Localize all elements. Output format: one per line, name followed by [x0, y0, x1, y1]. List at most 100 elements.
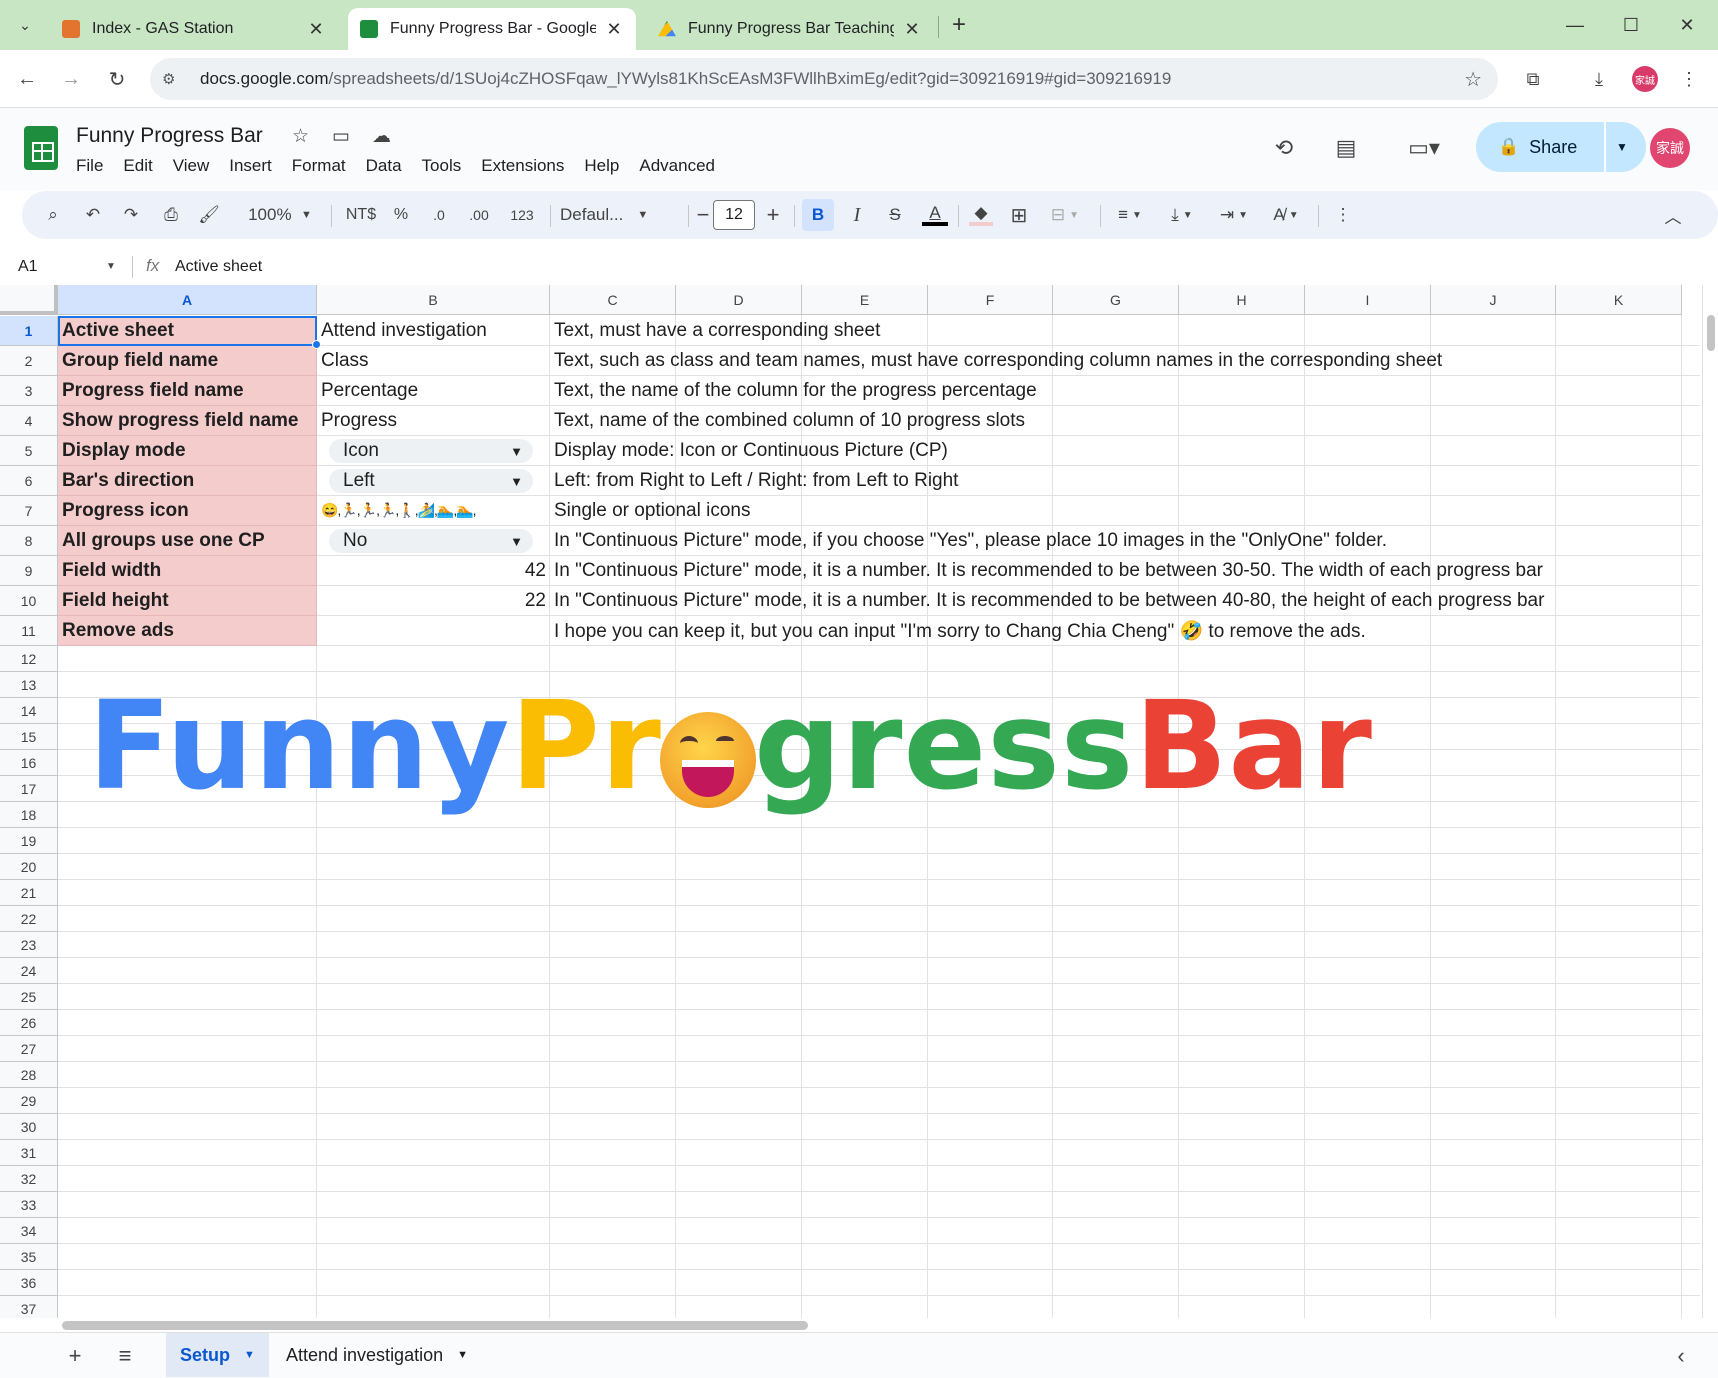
cell-a11[interactable]: Remove ads — [58, 616, 317, 646]
cell-c4[interactable]: Text, name of the combined column of 10 … — [550, 406, 1025, 435]
more-formats-button[interactable]: 123 — [502, 199, 542, 231]
new-tab-plus-icon[interactable]: + — [944, 10, 974, 40]
fill-handle[interactable] — [312, 340, 321, 349]
search-menus-icon[interactable]: ⌕ — [38, 199, 68, 231]
column-header-a[interactable]: A — [58, 285, 317, 315]
row-header-11[interactable]: 11 — [0, 616, 58, 646]
row-header-12[interactable]: 12 — [0, 646, 58, 672]
menu-view[interactable]: View — [173, 156, 210, 176]
column-header-d[interactable]: D — [676, 285, 802, 315]
cell-c1[interactable]: Text, must have a corresponding sheet — [550, 316, 880, 345]
sheet-tab-attend-investigation[interactable]: Attend investigation ▼ — [272, 1333, 482, 1377]
select-all-corner[interactable] — [0, 285, 58, 315]
add-sheet-plus-icon[interactable]: + — [60, 1343, 90, 1369]
cell-b5-dropdown[interactable]: Icon ▼ — [329, 439, 533, 463]
row-header-15[interactable]: 15 — [0, 724, 58, 750]
row-header-10[interactable]: 10 — [0, 586, 58, 616]
row-header-32[interactable]: 32 — [0, 1166, 58, 1192]
row-header-9[interactable]: 9 — [0, 556, 58, 586]
zoom-select[interactable]: 100% ▼ — [240, 199, 320, 231]
print-icon[interactable]: ⎙ — [156, 199, 186, 231]
cloud-saved-icon[interactable]: ☁ — [372, 125, 391, 148]
cell-b1[interactable]: Attend investigation — [317, 316, 550, 345]
increase-font-size-icon[interactable]: + — [758, 199, 788, 231]
row-header-30[interactable]: 30 — [0, 1114, 58, 1140]
strikethrough-icon[interactable]: S — [880, 199, 910, 231]
redo-icon[interactable]: ↷ — [116, 199, 146, 231]
cell-a5[interactable]: Display mode — [58, 436, 317, 466]
formula-input[interactable]: Active sheet — [175, 258, 262, 276]
horizontal-align-icon[interactable]: ≡ ▼ — [1108, 199, 1152, 231]
extensions-puzzle-icon[interactable]: ⧉ — [1518, 64, 1548, 94]
cell-c10[interactable]: In "Continuous Picture" mode, it is a nu… — [550, 586, 1544, 615]
share-button[interactable]: 🔒 Share ▼ — [1476, 122, 1646, 172]
menu-extensions[interactable]: Extensions — [481, 156, 564, 176]
row-header-35[interactable]: 35 — [0, 1244, 58, 1270]
menu-help[interactable]: Help — [584, 156, 619, 176]
column-header-k[interactable]: K — [1556, 285, 1682, 315]
name-box[interactable]: A1 — [18, 258, 38, 276]
cell-b2[interactable]: Class — [317, 346, 550, 375]
text-rotation-icon[interactable]: A̸ ▼ — [1264, 199, 1308, 231]
funny-progress-bar-logo[interactable]: Funny Pr gress Bar — [88, 675, 1373, 817]
paint-format-icon[interactable]: 🖌 — [194, 199, 224, 231]
currency-format-button[interactable]: NT$ — [340, 199, 382, 231]
menu-format[interactable]: Format — [292, 156, 346, 176]
browser-profile-avatar[interactable]: 家誠 — [1632, 66, 1658, 92]
row-header-13[interactable]: 13 — [0, 672, 58, 698]
side-panel-collapse-chevron-icon[interactable]: ‹ — [1666, 1343, 1696, 1369]
star-icon[interactable]: ☆ — [292, 125, 309, 148]
cell-c5[interactable]: Display mode: Icon or Continuous Picture… — [550, 436, 948, 465]
column-header-e[interactable]: E — [802, 285, 928, 315]
cell-c2[interactable]: Text, such as class and team names, must… — [550, 346, 1442, 375]
column-header-c[interactable]: C — [550, 285, 676, 315]
row-header-31[interactable]: 31 — [0, 1140, 58, 1166]
cell-a8[interactable]: All groups use one CP — [58, 526, 317, 556]
row-header-27[interactable]: 27 — [0, 1036, 58, 1062]
vertical-scroll-thumb[interactable] — [1707, 315, 1715, 351]
close-window-icon[interactable]: ✕ — [1662, 8, 1712, 42]
text-wrapping-icon[interactable]: ⇥ ▼ — [1212, 199, 1256, 231]
cell-b10[interactable]: 22 — [317, 586, 550, 615]
bold-button[interactable]: B — [802, 199, 834, 231]
sheets-logo-icon[interactable] — [24, 126, 58, 170]
horizontal-scrollbar[interactable] — [58, 1318, 1702, 1332]
row-header-19[interactable]: 19 — [0, 828, 58, 854]
increase-decimal-button[interactable]: .00 — [462, 199, 496, 231]
column-header-g[interactable]: G — [1053, 285, 1179, 315]
row-header-36[interactable]: 36 — [0, 1270, 58, 1296]
site-info-icon[interactable]: ⚙ — [162, 70, 186, 88]
row-header-34[interactable]: 34 — [0, 1218, 58, 1244]
cell-a7[interactable]: Progress icon — [58, 496, 317, 526]
cell-a2[interactable]: Group field name — [58, 346, 317, 376]
cell-c7[interactable]: Single or optional icons — [550, 496, 750, 525]
column-header-i[interactable]: I — [1305, 285, 1431, 315]
tab-search-chevron-icon[interactable]: ⌄ — [10, 10, 40, 40]
download-icon[interactable]: ⤓ — [1584, 64, 1614, 94]
cell-b9[interactable]: 42 — [317, 556, 550, 585]
row-header-17[interactable]: 17 — [0, 776, 58, 802]
decrease-decimal-button[interactable]: .0 — [422, 199, 456, 231]
bookmark-star-icon[interactable]: ☆ — [1464, 67, 1482, 92]
close-tab-icon[interactable]: ✕ — [902, 19, 922, 40]
column-header-j[interactable]: J — [1431, 285, 1556, 315]
column-header-f[interactable]: F — [928, 285, 1053, 315]
borders-icon[interactable]: ⊞ — [1004, 199, 1034, 231]
menu-insert[interactable]: Insert — [229, 156, 272, 176]
cell-c3[interactable]: Text, the name of the column for the pro… — [550, 376, 1037, 405]
sheet-tab-setup[interactable]: Setup ▼ — [166, 1333, 269, 1377]
row-header-8[interactable]: 8 — [0, 526, 58, 556]
row-header-24[interactable]: 24 — [0, 958, 58, 984]
chevron-down-icon[interactable]: ▼ — [457, 1349, 468, 1361]
chevron-down-icon[interactable]: ▼ — [244, 1349, 255, 1361]
column-header-b[interactable]: B — [317, 285, 550, 315]
merge-cells-icon[interactable]: ⊟ ▼ — [1042, 199, 1088, 231]
text-color-button[interactable]: A — [920, 199, 950, 231]
row-header-26[interactable]: 26 — [0, 1010, 58, 1036]
row-header-7[interactable]: 7 — [0, 496, 58, 526]
row-header-6[interactable]: 6 — [0, 466, 58, 496]
all-sheets-list-icon[interactable]: ≡ — [110, 1343, 140, 1369]
browser-tab-funny-progress-bar[interactable]: Funny Progress Bar - Google S ✕ — [348, 8, 636, 50]
cell-b11[interactable] — [317, 616, 550, 645]
font-family-select[interactable]: Defaul... ▼ — [560, 199, 684, 231]
